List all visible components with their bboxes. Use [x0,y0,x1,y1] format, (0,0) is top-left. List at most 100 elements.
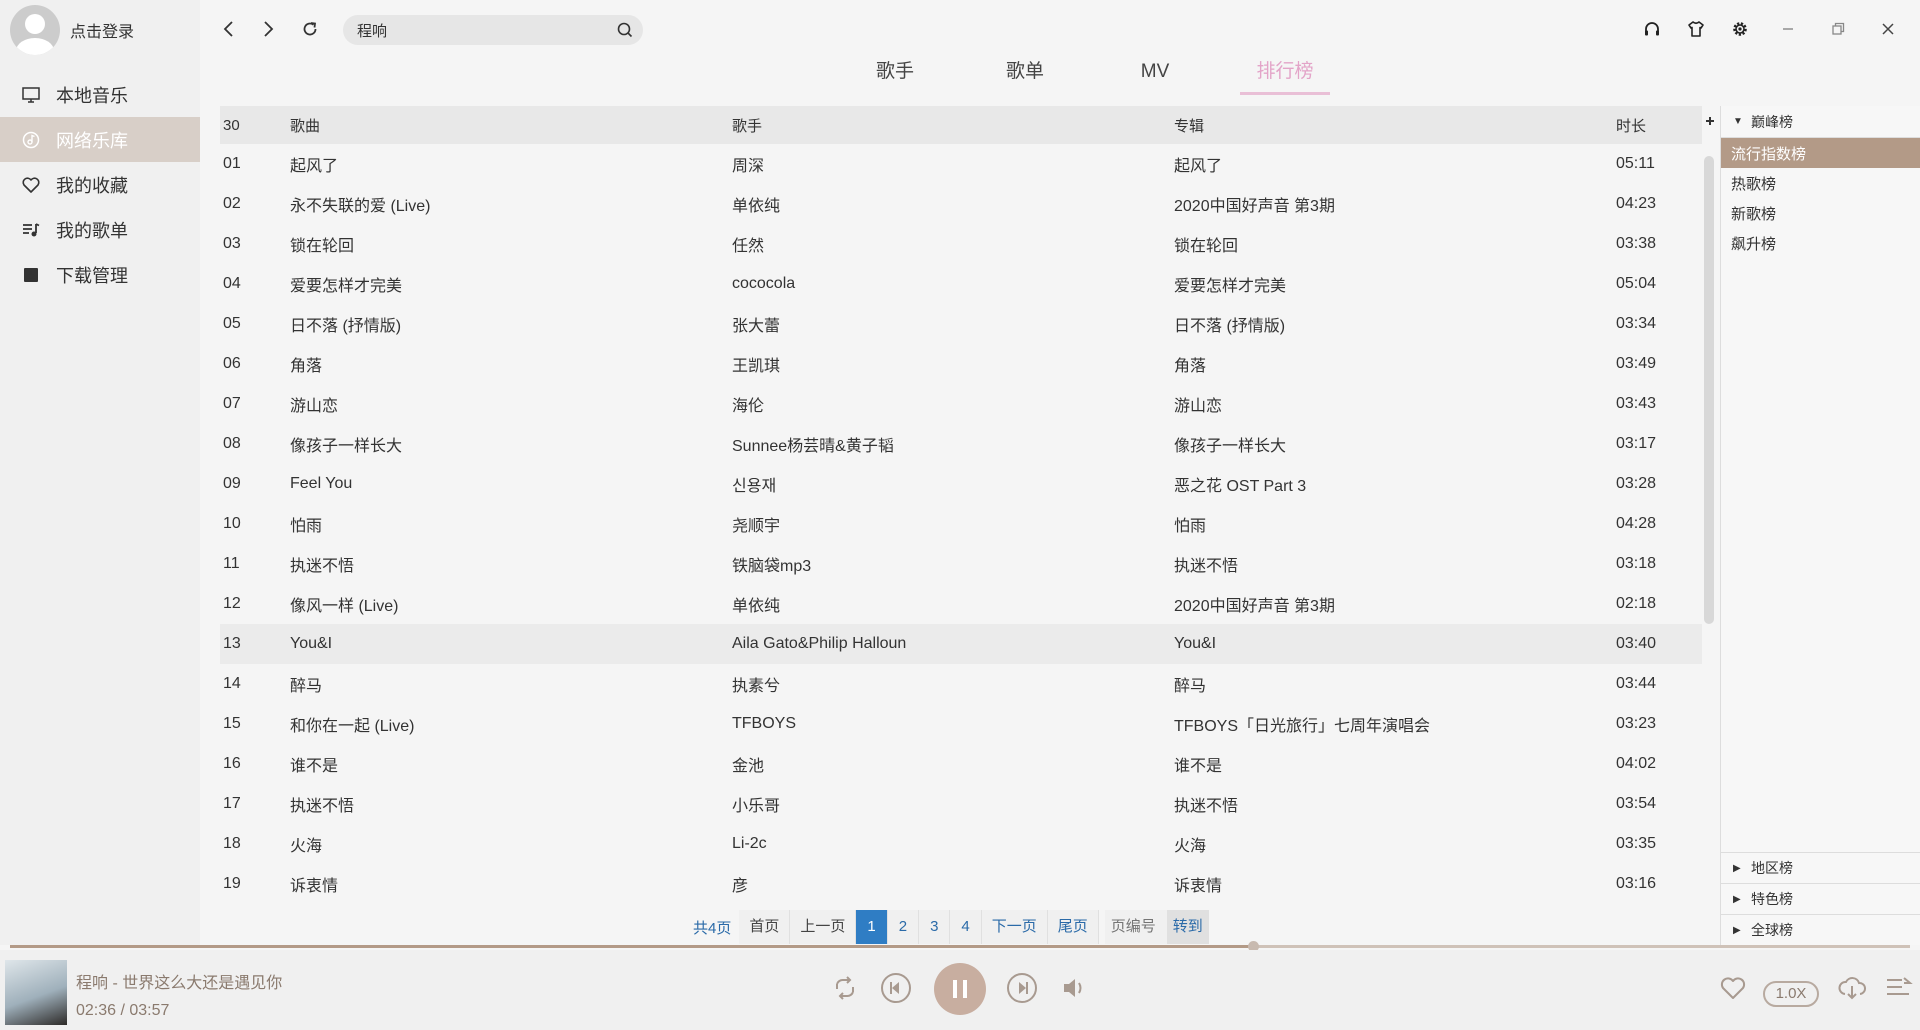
rank-group-0[interactable]: ▶ 地区榜 [1721,852,1920,883]
row-song[interactable]: 永不失联的爱 (Live) [290,192,732,216]
row-singer[interactable]: TFBOYS [732,715,1174,733]
row-album[interactable]: 执迷不悟 [1174,792,1616,816]
table-row[interactable]: 11 执迷不悟 铁脑袋mp3 执迷不悟 03:18 [220,544,1702,584]
pause-button[interactable] [934,963,986,1015]
row-singer[interactable]: 单依纯 [732,592,1174,616]
row-song[interactable]: 执迷不悟 [290,552,732,576]
header-song[interactable]: 歌曲 [290,115,732,136]
table-row[interactable]: 18 火海 Li-2c 火海 03:35 [220,824,1702,864]
row-album[interactable]: TFBOYS「日光旅行」七周年演唱会 [1174,712,1616,736]
row-song[interactable]: 谁不是 [290,752,732,776]
row-singer[interactable]: Sunnee杨芸晴&黄子韬 [732,432,1174,456]
next-page-button[interactable]: 下一页 [981,910,1048,944]
tab-2[interactable]: MV [1090,58,1220,94]
row-song[interactable]: 怕雨 [290,512,732,536]
sidebar-item-4[interactable]: 下载管理 [0,252,200,297]
row-song[interactable]: 像孩子一样长大 [290,432,732,456]
first-page-button[interactable]: 首页 [739,910,791,944]
table-row[interactable]: 07 游山恋 海伦 游山恋 03:43 [220,384,1702,424]
row-song[interactable]: 诉衷情 [290,872,732,896]
row-singer[interactable]: Li-2c [732,835,1174,853]
row-album[interactable]: 谁不是 [1174,752,1616,776]
row-song[interactable]: 醉马 [290,672,732,696]
album-cover[interactable] [5,960,67,1025]
row-song[interactable]: 火海 [290,832,732,856]
table-row[interactable]: 04 爱要怎样才完美 cococola 爱要怎样才完美 05:04 [220,264,1702,304]
prev-page-button[interactable]: 上一页 [790,910,857,944]
playlist-queue-button[interactable] [1880,970,1916,1006]
playback-speed-button[interactable]: 1.0X [1763,981,1819,1007]
table-row[interactable]: 05 日不落 (抒情版) 张大蕾 日不落 (抒情版) 03:34 [220,304,1702,344]
row-singer[interactable]: 海伦 [732,392,1174,416]
row-singer[interactable]: 铁脑袋mp3 [732,552,1174,576]
rank-item-1[interactable]: 热歌榜 [1721,168,1920,198]
row-song[interactable]: 起风了 [290,152,732,176]
row-album[interactable]: 执迷不悟 [1174,552,1616,576]
page-number-button[interactable]: 1 [856,910,888,944]
row-singer[interactable]: 尧顺宇 [732,512,1174,536]
header-album[interactable]: 专辑 [1174,115,1616,136]
last-page-button[interactable]: 尾页 [1047,910,1099,944]
favorite-button[interactable] [1715,970,1751,1006]
row-album[interactable]: 起风了 [1174,152,1616,176]
settings-button[interactable] [1728,17,1752,41]
row-album[interactable]: You&I [1174,635,1616,653]
headphone-button[interactable] [1640,17,1664,41]
row-album[interactable]: 像孩子一样长大 [1174,432,1616,456]
row-song[interactable]: 游山恋 [290,392,732,416]
minimize-button[interactable] [1776,17,1800,41]
table-row[interactable]: 01 起风了 周深 起风了 05:11 [220,144,1702,184]
table-row[interactable]: 09 Feel You 신용재 恶之花 OST Part 3 03:28 [220,464,1702,504]
row-album[interactable]: 恶之花 OST Part 3 [1174,472,1616,496]
row-album[interactable]: 角落 [1174,352,1616,376]
table-row[interactable]: 14 醉马 执素兮 醉马 03:44 [220,664,1702,704]
row-album[interactable]: 火海 [1174,832,1616,856]
row-singer[interactable]: 任然 [732,232,1174,256]
login-link[interactable]: 点击登录 [70,18,134,42]
row-album[interactable]: 2020中国好声音 第3期 [1174,192,1616,216]
row-singer[interactable]: cococola [732,275,1174,293]
sidebar-item-0[interactable]: 本地音乐 [0,72,200,117]
tab-3[interactable]: 排行榜 [1220,58,1350,95]
row-album[interactable]: 怕雨 [1174,512,1616,536]
row-song[interactable]: 和你在一起 (Live) [290,712,732,736]
table-row[interactable]: 06 角落 王凯琪 角落 03:49 [220,344,1702,384]
row-song[interactable]: 锁在轮回 [290,232,732,256]
restore-button[interactable] [1826,17,1850,41]
rank-item-2[interactable]: 新歌榜 [1721,198,1920,228]
playback-progress[interactable] [10,941,1910,952]
row-song[interactable]: Feel You [290,475,732,493]
row-singer[interactable]: 金池 [732,752,1174,776]
row-singer[interactable]: Aila Gato&Philip Halloun [732,635,1174,653]
row-singer[interactable]: 彦 [732,872,1174,896]
avatar[interactable] [10,5,60,55]
row-album[interactable]: 游山恋 [1174,392,1616,416]
refresh-button[interactable] [297,16,323,42]
previous-track-button[interactable] [878,970,914,1006]
table-row[interactable]: 13 You&I Aila Gato&Philip Halloun You&I 03:4… [220,624,1702,664]
row-singer[interactable]: 张大蕾 [732,312,1174,336]
row-song[interactable]: 像风一样 (Live) [290,592,732,616]
forward-button[interactable] [255,16,281,42]
row-album[interactable]: 醉马 [1174,672,1616,696]
download-button[interactable] [1834,970,1870,1006]
row-song[interactable]: 日不落 (抒情版) [290,312,732,336]
row-album[interactable]: 日不落 (抒情版) [1174,312,1616,336]
row-singer[interactable]: 执素兮 [732,672,1174,696]
rank-group-1[interactable]: ▶ 特色榜 [1721,883,1920,914]
table-scrollbar[interactable] [1704,156,1714,624]
header-duration[interactable]: 时长 [1616,115,1696,136]
page-number-button[interactable]: 4 [950,910,982,944]
table-row[interactable]: 10 怕雨 尧顺宇 怕雨 04:28 [220,504,1702,544]
plus-icon[interactable] [1705,116,1715,126]
sidebar-item-3[interactable]: 我的歌单 [0,207,200,252]
row-singer[interactable]: 小乐哥 [732,792,1174,816]
row-singer[interactable]: 单依纯 [732,192,1174,216]
row-album[interactable]: 爱要怎样才完美 [1174,272,1616,296]
table-row[interactable]: 17 执迷不悟 小乐哥 执迷不悟 03:54 [220,784,1702,824]
sidebar-item-1[interactable]: 网络乐库 [0,117,200,162]
row-song[interactable]: 角落 [290,352,732,376]
table-row[interactable]: 12 像风一样 (Live) 单依纯 2020中国好声音 第3期 02:18 [220,584,1702,624]
row-singer[interactable]: 王凯琪 [732,352,1174,376]
table-row[interactable]: 03 锁在轮回 任然 锁在轮回 03:38 [220,224,1702,264]
